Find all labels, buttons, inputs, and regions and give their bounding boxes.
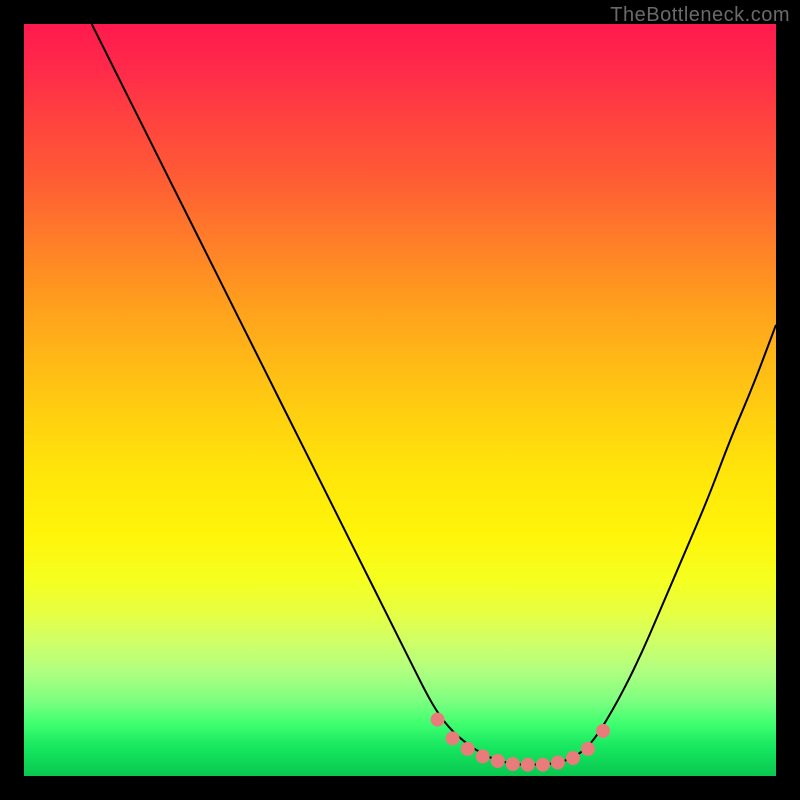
sweet-spot-marker <box>566 751 580 765</box>
chart-plot-area <box>24 24 776 776</box>
sweet-spot-marker <box>536 758 550 772</box>
bottleneck-curve <box>92 24 776 765</box>
sweet-spot-marker <box>551 756 565 770</box>
sweet-spot-marker <box>596 724 610 738</box>
watermark-text: TheBottleneck.com <box>610 4 790 27</box>
sweet-spot-marker <box>581 742 595 756</box>
chart-stage: TheBottleneck.com <box>0 0 800 800</box>
sweet-spot-marker <box>461 742 475 756</box>
sweet-spot-marker <box>446 731 460 745</box>
sweet-spot-marker <box>491 754 505 768</box>
sweet-spot-marker <box>431 713 445 727</box>
sweet-spot-marker <box>476 749 490 763</box>
chart-svg <box>24 24 776 776</box>
sweet-spot-marker <box>506 757 520 771</box>
sweet-spot-marker <box>521 758 535 772</box>
sweet-spot-marker-group <box>431 713 610 772</box>
